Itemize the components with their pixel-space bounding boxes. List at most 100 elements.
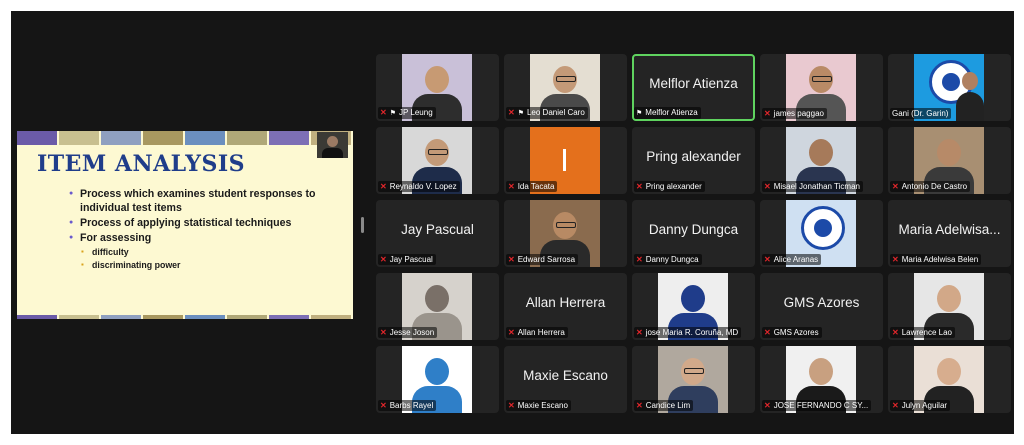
muted-mic-icon: ✕ xyxy=(764,109,771,118)
participant-name: Jay Pascual xyxy=(389,255,433,264)
participant-name: Leo Daniel Caro xyxy=(526,108,585,117)
person-head xyxy=(962,72,978,90)
participant-tile[interactable]: ✕ JOSE FERNANDO C SY... xyxy=(760,346,883,413)
participant-name-label: ⚑ Melflor Atienza xyxy=(634,107,701,119)
muted-mic-icon: ✕ xyxy=(892,182,899,191)
slide-sub-bullet: difficulty xyxy=(81,246,339,258)
organization-logo-icon xyxy=(801,206,845,250)
participant-tile[interactable]: ✕ Edward Sarrosa xyxy=(504,200,627,267)
participant-tile[interactable]: ✕ Reynaldo V. Lopez xyxy=(376,127,499,194)
slide-sub-bullet: discriminating power xyxy=(81,259,339,271)
participant-name: JP Leung xyxy=(398,108,433,117)
participant-display-name: Maxie Escano xyxy=(523,368,608,383)
participant-name: Danny Dungca xyxy=(645,255,699,264)
glasses-icon xyxy=(556,222,576,228)
glasses-icon xyxy=(684,368,704,374)
stripe-segment xyxy=(59,131,101,145)
slide-title: ITEM ANALYSIS xyxy=(36,151,246,177)
participant-tile[interactable]: Danny Dungca ✕ Danny Dungca xyxy=(632,200,755,267)
person-head xyxy=(809,358,833,385)
muted-mic-icon: ✕ xyxy=(380,401,387,410)
participant-tile[interactable]: Gani (Dr. Garin) xyxy=(888,54,1011,121)
participant-name: JOSE FERNANDO C SY... xyxy=(773,401,869,410)
participant-tile[interactable]: Pring alexander ✕ Pring alexander xyxy=(632,127,755,194)
split-view-divider[interactable] xyxy=(361,217,364,233)
participant-name: Misael Jonathan Ticman xyxy=(773,182,860,191)
participant-name-label: ✕ Maria Adelwisa Belen xyxy=(890,254,982,265)
participant-name: Alice Aranas xyxy=(773,255,819,264)
person-head xyxy=(937,139,961,166)
muted-mic-icon: ✕ xyxy=(380,328,387,337)
participant-display-name: Pring alexander xyxy=(646,149,741,164)
participant-tile[interactable]: ✕ Candice Lim xyxy=(632,346,755,413)
participant-tile[interactable]: ✕ Jesse Joson xyxy=(376,273,499,340)
participant-display-name: GMS Azores xyxy=(783,295,860,310)
participant-display-name: Jay Pascual xyxy=(401,222,474,237)
presenter-body xyxy=(322,148,343,158)
person-head xyxy=(425,66,449,93)
glasses-icon xyxy=(556,76,576,82)
participant-tile[interactable]: ✕ Lawrence Lao xyxy=(888,273,1011,340)
participant-tile[interactable]: ✕ Ida Tacata xyxy=(504,127,627,194)
participant-tile[interactable]: ✕ Alice Aranas xyxy=(760,200,883,267)
participant-name-label: ✕ Jesse Joson xyxy=(378,327,438,338)
participant-name-label: ✕ Ida Tacata xyxy=(506,181,558,192)
muted-mic-icon: ✕ xyxy=(636,401,643,410)
participant-tile[interactable]: Melflor Atienza ⚑ Melflor Atienza xyxy=(632,54,755,121)
stripe-segment xyxy=(227,315,269,319)
participant-tile[interactable]: GMS Azores ✕ GMS Azores xyxy=(760,273,883,340)
muted-mic-icon: ✕ xyxy=(508,255,515,264)
participant-tile[interactable]: Allan Herrera ✕ Allan Herrera xyxy=(504,273,627,340)
presenter-video-thumbnail[interactable] xyxy=(317,132,348,158)
person-head xyxy=(937,358,961,385)
participant-tile[interactable]: ✕ Misael Jonathan Ticman xyxy=(760,127,883,194)
person-head xyxy=(425,358,449,385)
participant-name: Reynaldo V. Lopez xyxy=(389,182,457,191)
participant-name-label: ✕ Alice Aranas xyxy=(762,254,822,265)
slide-bullet: Process of applying statistical techniqu… xyxy=(69,216,339,230)
participant-tile[interactable]: ✕ Julyn Aguilar xyxy=(888,346,1011,413)
muted-mic-icon: ✕ xyxy=(636,328,643,337)
participant-tile[interactable]: Maria Adelwisa... ✕ Maria Adelwisa Belen xyxy=(888,200,1011,267)
stripe-segment xyxy=(311,315,353,319)
video-placeholder-mark xyxy=(563,149,566,171)
pin-icon: ⚑ xyxy=(517,110,524,117)
participant-tile[interactable]: ✕ Barbs Rayel xyxy=(376,346,499,413)
participant-tile[interactable]: ✕ jose Maria R. Coruña, MD xyxy=(632,273,755,340)
stripe-segment xyxy=(269,131,311,145)
participant-name: Jesse Joson xyxy=(389,328,435,337)
participant-tile[interactable]: Maxie Escano ✕ Maxie Escano xyxy=(504,346,627,413)
participant-tile[interactable]: ✕ Antonio De Castro xyxy=(888,127,1011,194)
muted-mic-icon: ✕ xyxy=(764,182,771,191)
shared-screen-slide: ITEM ANALYSIS Process which examines stu… xyxy=(17,131,353,319)
slide-top-stripe xyxy=(17,131,353,145)
participant-name-label: ✕ Antonio De Castro xyxy=(890,181,971,192)
participant-tile[interactable]: Jay Pascual ✕ Jay Pascual xyxy=(376,200,499,267)
participant-name: Allan Herrera xyxy=(517,328,565,337)
stripe-segment xyxy=(101,131,143,145)
participant-name: Gani (Dr. Garin) xyxy=(892,109,949,118)
participant-name-label: ✕ Jay Pascual xyxy=(378,254,436,265)
participant-name: GMS Azores xyxy=(773,328,819,337)
presenter-head xyxy=(327,136,338,147)
participant-name-label: ✕ GMS Azores xyxy=(762,327,822,338)
participant-name-label: ✕ james paggao xyxy=(762,108,827,119)
participant-tile[interactable]: ✕ ⚑ JP Leung xyxy=(376,54,499,121)
muted-mic-icon: ✕ xyxy=(636,182,643,191)
muted-mic-icon: ✕ xyxy=(636,255,643,264)
muted-mic-icon: ✕ xyxy=(892,401,899,410)
stripe-segment xyxy=(17,131,59,145)
participant-tile[interactable]: ✕ james paggao xyxy=(760,54,883,121)
participant-name: Ida Tacata xyxy=(517,182,555,191)
participant-name-label: ✕ ⚑ JP Leung xyxy=(378,107,436,119)
participant-name-label: ✕ jose Maria R. Coruña, MD xyxy=(634,327,742,338)
participant-tile[interactable]: ✕ ⚑ Leo Daniel Caro xyxy=(504,54,627,121)
person-head xyxy=(937,285,961,312)
participant-name: Candice Lim xyxy=(645,401,691,410)
participant-name-label: ✕ Barbs Rayel xyxy=(378,400,437,411)
participant-name-label: ✕ Pring alexander xyxy=(634,181,705,192)
participant-name-label: Gani (Dr. Garin) xyxy=(890,108,952,119)
participant-name-label: ✕ ⚑ Leo Daniel Caro xyxy=(506,107,588,119)
slide-bottom-stripe xyxy=(17,315,353,319)
participant-name-label: ✕ Maxie Escano xyxy=(506,400,571,411)
